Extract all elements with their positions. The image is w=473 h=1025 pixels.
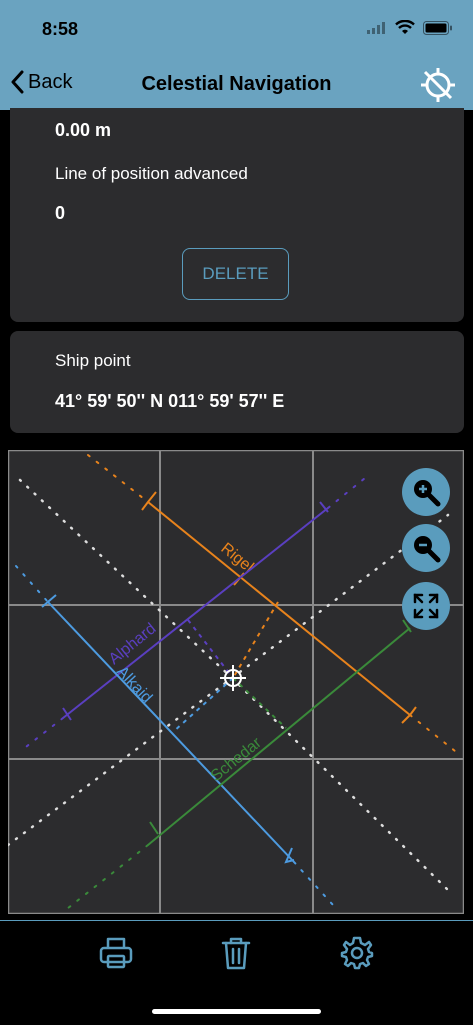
line-alkaid: Alkaid xyxy=(15,565,334,906)
home-indicator xyxy=(152,1009,321,1014)
zoom-in-button[interactable] xyxy=(402,468,450,516)
navigation-bar: Back Celestial Navigation xyxy=(0,58,473,110)
line-alphard: Alphard xyxy=(21,473,371,751)
printer-icon xyxy=(99,937,133,969)
plotting-chart[interactable]: Rigel Alphard Alkaid Schedar xyxy=(6,449,465,915)
label-alkaid: Alkaid xyxy=(113,663,155,706)
settings-button[interactable] xyxy=(337,933,377,973)
fit-icon xyxy=(413,593,439,619)
guide-dotted-line xyxy=(230,676,450,892)
gps-off-button[interactable] xyxy=(419,66,457,109)
ship-point-label: Ship point xyxy=(55,351,131,370)
print-button[interactable] xyxy=(96,933,136,973)
distance-value: 0.00 m xyxy=(55,120,112,140)
battery-icon xyxy=(423,20,452,35)
ship-point-card: Ship point 41° 59' 50'' N 011° 59' 57'' … xyxy=(10,331,464,433)
plot-canvas: Rigel Alphard Alkaid Schedar xyxy=(6,449,465,915)
status-icons xyxy=(367,20,453,35)
zoom-out-button[interactable] xyxy=(402,524,450,572)
ship-point-value: 41° 59' 50'' N 011° 59' 57'' E xyxy=(55,391,285,411)
line-of-position-card: 0.00 m Line of position advanced 0 DELET… xyxy=(10,108,464,322)
label-rigel: Rigel xyxy=(217,540,256,576)
label-alphard: Alphard xyxy=(106,620,160,668)
fit-to-screen-button[interactable] xyxy=(402,582,450,630)
wifi-icon xyxy=(395,20,415,34)
status-time: 8:58 xyxy=(42,19,79,39)
delete-button[interactable]: DELETE xyxy=(182,248,289,300)
status-bar: 8:58 xyxy=(0,0,473,58)
lop-advanced-label: Line of position advanced xyxy=(55,164,248,183)
delete-all-button[interactable] xyxy=(216,933,256,973)
gps-off-icon xyxy=(421,68,455,102)
lop-advanced-value: 0 xyxy=(55,203,66,223)
page-title: Celestial Navigation xyxy=(141,73,332,95)
zoom-in-icon xyxy=(414,480,441,507)
trash-icon xyxy=(221,937,251,970)
zoom-out-icon xyxy=(414,536,441,563)
gear-icon xyxy=(340,936,374,970)
signal-icon xyxy=(367,21,385,34)
